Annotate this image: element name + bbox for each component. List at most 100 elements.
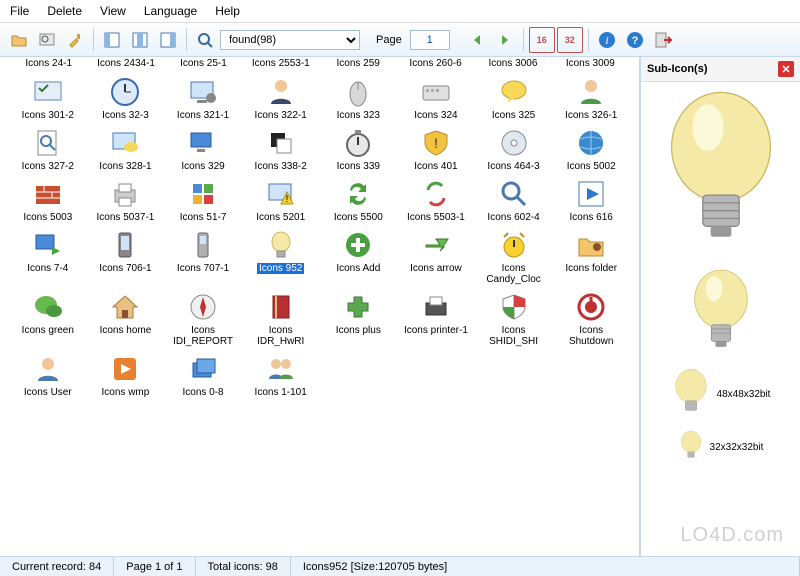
- icon-item[interactable]: Icons SHIDI_SHI: [476, 289, 552, 349]
- menu-help[interactable]: Help: [215, 4, 240, 18]
- help-button[interactable]: ?: [622, 27, 648, 53]
- icon-item[interactable]: Icons wmp: [88, 351, 164, 400]
- windows-stack-icon: [187, 353, 219, 385]
- icon-item[interactable]: Icons User: [10, 351, 86, 400]
- icon-label: Icons Add: [336, 263, 380, 274]
- layout-left-button[interactable]: [99, 27, 125, 53]
- shutdown-icon: [575, 291, 607, 323]
- icon-item[interactable]: Icons 323: [321, 74, 397, 123]
- icon-item[interactable]: Icons green: [10, 289, 86, 349]
- phone-icon: [187, 229, 219, 261]
- layout-right-button[interactable]: [155, 27, 181, 53]
- icon-label: Icons 0-8: [182, 387, 223, 398]
- icon-item[interactable]: Icons 0-8: [165, 351, 241, 400]
- icon-item[interactable]: Icons 301-2: [10, 74, 86, 123]
- icon-item[interactable]: Icons 464-3: [476, 125, 552, 174]
- icon-item[interactable]: Icons IDI_REPORT: [165, 289, 241, 349]
- icon-item[interactable]: Icons arrow: [398, 227, 474, 287]
- icon-item[interactable]: Icons 328-1: [88, 125, 164, 174]
- icon-label: Icons 339: [337, 161, 380, 172]
- zoom-button[interactable]: [192, 27, 218, 53]
- menu-view[interactable]: View: [100, 4, 126, 18]
- icon-item[interactable]: !Icons 401: [398, 125, 474, 174]
- icon-item[interactable]: Icons 952: [243, 227, 319, 287]
- close-icon[interactable]: ✕: [778, 61, 794, 77]
- icon-item[interactable]: Icons 7-4: [10, 227, 86, 287]
- menu-delete[interactable]: Delete: [47, 4, 82, 18]
- icon-item[interactable]: Icons 5003: [10, 176, 86, 225]
- exit-button[interactable]: [650, 27, 676, 53]
- clock-icon: [109, 76, 141, 108]
- icon-grid-container: Icons 24-1 Icons 2434-1 Icons 25-1 Icons…: [0, 57, 640, 556]
- svg-text:!: !: [434, 135, 438, 151]
- icon-item[interactable]: Icons plus: [321, 289, 397, 349]
- icon-item[interactable]: Icons 707-1: [165, 227, 241, 287]
- page-label: Page: [376, 34, 402, 46]
- status-detail: Icons952 [Size:120705 bytes]: [291, 557, 800, 576]
- icon-label: Icons 322-1: [255, 110, 307, 121]
- icon-item[interactable]: Icons folder: [553, 227, 629, 287]
- icon-item[interactable]: Icons 326-1: [553, 74, 629, 123]
- checklist-icon: [32, 76, 64, 108]
- icon-item[interactable]: Icons Candy_Cloc: [476, 227, 552, 287]
- icon-item[interactable]: Icons 5002: [553, 125, 629, 174]
- sub-icons-title: Sub-Icon(s): [647, 63, 708, 75]
- size-32-button[interactable]: 32: [557, 27, 583, 53]
- brush-button[interactable]: [62, 27, 88, 53]
- book-red-icon: [265, 291, 297, 323]
- icon-item[interactable]: Icons 51-7: [165, 176, 241, 225]
- user-green-icon: [575, 76, 607, 108]
- layout-mid-button[interactable]: [127, 27, 153, 53]
- icon-item[interactable]: Icons 321-1: [165, 74, 241, 123]
- icon-item[interactable]: Icons 339: [321, 125, 397, 174]
- icon-item[interactable]: Icons 338-2: [243, 125, 319, 174]
- menu-file[interactable]: File: [10, 4, 29, 18]
- icon-item[interactable]: Icons 706-1: [88, 227, 164, 287]
- icon-item[interactable]: Icons 322-1: [243, 74, 319, 123]
- wmp-icon: [109, 353, 141, 385]
- icon-item[interactable]: Icons 329: [165, 125, 241, 174]
- icon-item[interactable]: Icons home: [88, 289, 164, 349]
- icon-item[interactable]: Icons 5037-1: [88, 176, 164, 225]
- icon-label: Icons 51-7: [180, 212, 227, 223]
- filter-dropdown[interactable]: found(98): [220, 30, 360, 50]
- svg-text:?: ?: [631, 35, 638, 47]
- icon-label: Icons 327-2: [22, 161, 74, 172]
- mouse-icon: [342, 76, 374, 108]
- size-16-button[interactable]: 16: [529, 27, 555, 53]
- icon-item[interactable]: Icons printer-1: [398, 289, 474, 349]
- info-button[interactable]: i: [594, 27, 620, 53]
- icon-item[interactable]: Icons 5500: [321, 176, 397, 225]
- icon-item[interactable]: Icons 325: [476, 74, 552, 123]
- lightbulb-large-icon: [656, 88, 786, 258]
- monitor-gear-icon: [187, 76, 219, 108]
- menu-language[interactable]: Language: [144, 4, 197, 18]
- next-button[interactable]: [492, 27, 518, 53]
- icon-label: Icons 5503-1: [407, 212, 465, 223]
- chat-green-icon: [32, 291, 64, 323]
- icon-item[interactable]: !Icons 5201: [243, 176, 319, 225]
- icon-item[interactable]: Icons 616: [553, 176, 629, 225]
- icon-item[interactable]: Icons IDR_HwRI: [243, 289, 319, 349]
- icon-label: Icons 326-1: [565, 110, 617, 121]
- icon-item[interactable]: Icons 32-3: [88, 74, 164, 123]
- toolbar-separator: [93, 29, 94, 51]
- header-cell: Icons 259: [320, 59, 397, 70]
- folder-user-icon: [575, 229, 607, 261]
- icon-label: Icons 328-1: [99, 161, 151, 172]
- page-input[interactable]: [410, 30, 450, 50]
- users-group-icon: [265, 353, 297, 385]
- open-folder-button[interactable]: [6, 27, 32, 53]
- icon-label: Icons IDI_REPORT: [171, 325, 235, 347]
- icon-item[interactable]: Icons Add: [321, 227, 397, 287]
- icon-item[interactable]: Icons 602-4: [476, 176, 552, 225]
- icon-item[interactable]: Icons Shutdown: [553, 289, 629, 349]
- content-area: Icons 24-1 Icons 2434-1 Icons 25-1 Icons…: [0, 57, 800, 556]
- prev-button[interactable]: [464, 27, 490, 53]
- icon-item[interactable]: Icons 324: [398, 74, 474, 123]
- icon-item[interactable]: Icons 5503-1: [398, 176, 474, 225]
- icon-item[interactable]: Icons 327-2: [10, 125, 86, 174]
- icon-label: Icons 5003: [23, 212, 72, 223]
- preview-button[interactable]: [34, 27, 60, 53]
- icon-item[interactable]: Icons 1-101: [243, 351, 319, 400]
